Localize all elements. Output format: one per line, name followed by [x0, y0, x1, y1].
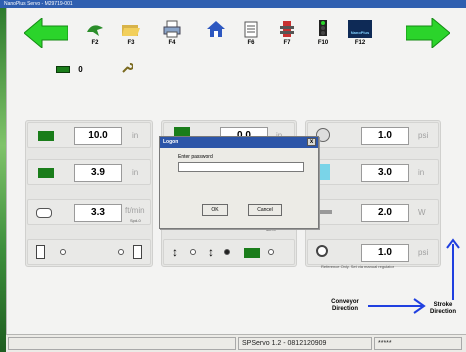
- stroke-direction-caption: Stroke Direction: [429, 302, 456, 315]
- logon-dialog: Logon x Enter password OK Cancel: [159, 136, 319, 229]
- nanoplus-logo-text: NanoPlus: [351, 30, 370, 35]
- right-row-4: 1.0 psi: [307, 239, 439, 265]
- width-icon: [38, 168, 54, 178]
- printer-icon: [163, 20, 181, 38]
- stroke-direction-arrow: [446, 238, 460, 300]
- right-row-1: 1.0 psi: [307, 122, 439, 148]
- toolbar-button-label: F7: [283, 40, 291, 46]
- servo-icon: [280, 21, 294, 37]
- toolbar-button-f2[interactable]: F2: [83, 20, 107, 46]
- toolbar-button-label: F2: [91, 40, 99, 46]
- version-text: SPServo 1.2 - 0812120909: [238, 337, 372, 350]
- password-mask: *****: [374, 337, 462, 350]
- battery-icon: [56, 66, 70, 74]
- toolbar-button-label: F4: [168, 40, 176, 46]
- status-bar: SPServo 1.2 - 0812120909 *****: [6, 334, 466, 352]
- toolbar-button-f4[interactable]: F4: [160, 20, 184, 46]
- speed-value[interactable]: 3.3: [74, 204, 122, 222]
- dialog-title: Logon: [163, 139, 179, 145]
- up-arrow-icon: ↕: [172, 245, 178, 259]
- left-row-3: 3.3 ft/min Spd-0: [27, 199, 151, 225]
- tool-icon: [320, 164, 330, 180]
- status-left-cell: [8, 337, 236, 350]
- middle-row-4: ↕ ↕: [163, 239, 295, 265]
- speed-unit: ft/min: [125, 206, 145, 215]
- radio-down[interactable]: [224, 249, 230, 255]
- conveyor-icon: [244, 248, 260, 258]
- width-value[interactable]: 3.9: [74, 164, 122, 182]
- toolbar: F2 F3 F4 F6 F7 F10 NanoPlus F12: [14, 14, 454, 60]
- down-arrow-icon: ↕: [208, 245, 214, 259]
- close-icon[interactable]: x: [307, 138, 316, 146]
- left-row-4: [27, 239, 151, 265]
- traffic-light-icon: [319, 20, 327, 36]
- length-unit: in: [132, 131, 139, 140]
- regulator-value[interactable]: 1.0: [361, 244, 409, 262]
- nanoplus-logo-icon: NanoPlus: [348, 20, 372, 38]
- toolbar-button-f3[interactable]: F3: [119, 20, 143, 46]
- home-icon: [207, 21, 225, 37]
- width-unit: in: [132, 168, 139, 177]
- radio-left[interactable]: [60, 249, 66, 255]
- left-row-1: 10.0 in: [27, 122, 151, 148]
- length-value[interactable]: 10.0: [74, 127, 122, 145]
- password-input[interactable]: [178, 162, 304, 172]
- status-count: 0: [78, 65, 83, 74]
- conveyor-direction-caption: Conveyor Direction: [331, 299, 359, 312]
- speed-sub-label: Spd-0: [130, 218, 141, 223]
- left-row-2: 3.9 in: [27, 159, 151, 185]
- dialog-title-bar: Logon x: [160, 137, 318, 148]
- radio-conveyor[interactable]: [268, 249, 274, 255]
- toolbar-button-f12[interactable]: NanoPlus F12: [346, 20, 374, 46]
- regulator-icon: [316, 245, 328, 257]
- toolbar-button-label: F3: [127, 40, 135, 46]
- stroke-left-icon: [36, 245, 45, 259]
- power-unit: W: [418, 208, 426, 217]
- speed-icon: [36, 208, 52, 218]
- regulator-note: Reference Only. Set via manual regulator: [321, 264, 395, 269]
- toolbar-button-f10[interactable]: F10: [311, 20, 335, 46]
- power-value[interactable]: 2.0: [361, 204, 409, 222]
- password-label: Enter password: [178, 154, 213, 160]
- status-row: 0: [56, 65, 83, 74]
- pressure-value[interactable]: 1.0: [361, 127, 409, 145]
- back-arrow-icon[interactable]: [24, 18, 68, 48]
- radio-up[interactable]: [190, 249, 196, 255]
- regulator-unit: psi: [418, 248, 429, 257]
- heater-icon: [320, 210, 332, 214]
- toolbar-button-label: F10: [317, 40, 329, 46]
- toolbar-button-label: F6: [247, 40, 255, 46]
- cancel-button[interactable]: Cancel: [248, 204, 282, 216]
- toolbar-button-f7[interactable]: F7: [275, 20, 299, 46]
- tool-value[interactable]: 3.0: [361, 164, 409, 182]
- notepad-icon: [244, 21, 258, 38]
- right-row-3: 2.0 W: [307, 199, 439, 225]
- window-title: NanoPlus Servo - M29719-001: [0, 0, 466, 8]
- conveyor-direction-arrow: [368, 298, 426, 314]
- right-row-2: 3.0 in: [307, 159, 439, 185]
- forward-arrow-icon[interactable]: [406, 18, 450, 48]
- bird-icon: [87, 25, 103, 36]
- tool-unit: in: [418, 168, 425, 177]
- ok-button[interactable]: OK: [202, 204, 228, 216]
- folder-open-icon: [122, 25, 140, 36]
- length-icon: [38, 131, 54, 141]
- wrench-icon[interactable]: [121, 62, 133, 74]
- toolbar-button-home[interactable]: [204, 20, 228, 40]
- stroke-right-icon: [133, 245, 142, 259]
- pressure-unit: psi: [418, 131, 429, 140]
- toolbar-button-f6[interactable]: F6: [239, 20, 263, 46]
- radio-right[interactable]: [118, 249, 124, 255]
- toolbar-button-label: F12: [354, 40, 366, 46]
